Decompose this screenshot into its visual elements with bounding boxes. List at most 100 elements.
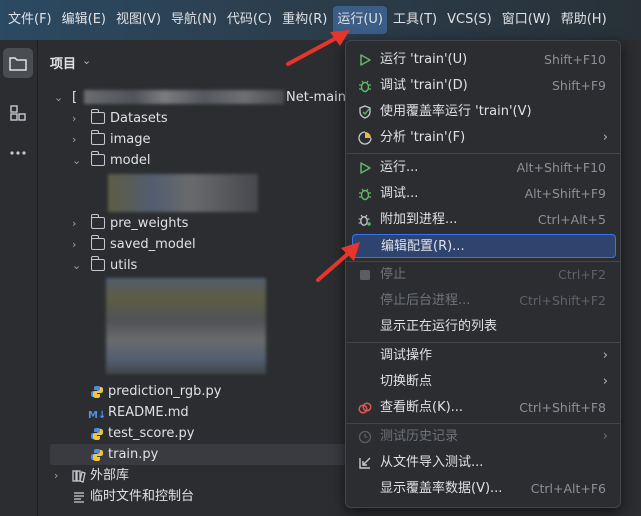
- menu-item-run[interactable]: 运行... Alt+Shift+F10: [352, 156, 616, 180]
- submenu-arrow-icon: ›: [602, 348, 608, 363]
- menu-code[interactable]: 代码(C): [223, 6, 276, 34]
- tree-row-model[interactable]: ⌄ model: [68, 150, 268, 171]
- submenu-arrow-icon: ›: [602, 374, 608, 389]
- menu-item-show-coverage-data[interactable]: 显示覆盖率数据(V)... Ctrl+Alt+F6: [352, 477, 616, 501]
- tree-row-test-score[interactable]: test_score.py: [88, 423, 308, 444]
- run-icon: [360, 162, 371, 174]
- attach-debugger-icon: [358, 214, 371, 226]
- shortcut-text: Ctrl+Shift+F8: [519, 400, 606, 415]
- menu-item-label: 分析 'train'(F): [380, 130, 466, 145]
- menu-separator: [346, 153, 620, 154]
- tree-row-pre-weights[interactable]: › pre_weights: [68, 213, 268, 234]
- tree-row-readme[interactable]: M↓ README.md: [88, 402, 308, 423]
- tree-row-prediction[interactable]: prediction_rgb.py: [88, 381, 308, 402]
- menu-item-stop[interactable]: 停止 Ctrl+F2: [352, 263, 616, 287]
- python-file-icon: [91, 449, 103, 461]
- menu-item-debug[interactable]: 调试... Alt+Shift+F9: [352, 182, 616, 206]
- project-tool-button[interactable]: [3, 48, 33, 78]
- tool-window-strip: [0, 40, 38, 516]
- folder-icon: [90, 109, 105, 124]
- more-tools-button[interactable]: [3, 138, 33, 168]
- menu-item-label: 运行...: [380, 160, 419, 175]
- menu-item-toggle-breakpoint[interactable]: 切换断点 ›: [352, 370, 616, 394]
- more-icon: [10, 151, 26, 155]
- menu-item-label: 运行 'train'(U): [380, 52, 468, 67]
- chevron-down-icon[interactable]: ⌄: [82, 54, 91, 67]
- menu-item-label: 调试操作: [380, 348, 433, 363]
- menu-item-label: 显示覆盖率数据(V)...: [380, 481, 503, 496]
- menu-navigate[interactable]: 导航(N): [167, 6, 221, 34]
- shortcut-text: Shift+F10: [544, 52, 606, 67]
- panel-title[interactable]: 项目: [50, 53, 76, 72]
- menu-edit[interactable]: 编辑(E): [58, 6, 110, 34]
- menu-item-label: 调试...: [380, 186, 419, 201]
- coverage-shield-icon: [359, 105, 371, 119]
- tree-row-saved-model[interactable]: › saved_model: [68, 234, 268, 255]
- tree-row-utils[interactable]: ⌄ utils: [68, 255, 268, 276]
- menu-item-test-history[interactable]: 测试历史记录 ›: [352, 425, 616, 449]
- shortcut-text: Ctrl+Alt+5: [537, 212, 606, 227]
- menu-item-label: 编辑配置(R)...: [381, 239, 465, 254]
- root-bracket: [: [72, 90, 78, 105]
- redacted-utils-files: [106, 278, 266, 374]
- tree-row-root[interactable]: ⌄ [ Net-main]: [50, 87, 351, 108]
- tree-row-datasets[interactable]: › Datasets: [68, 108, 268, 129]
- menu-item-edit-configurations[interactable]: 编辑配置(R)...: [352, 234, 616, 258]
- expand-arrow-icon: ⌄: [54, 91, 64, 104]
- menu-item-coverage-train[interactable]: 使用覆盖率运行 'train'(V): [352, 100, 616, 124]
- folder-icon: [90, 151, 105, 166]
- debug-bug-icon: [359, 80, 371, 93]
- tree-row-external-libs[interactable]: › 外部库: [50, 465, 250, 486]
- menu-item-attach-process[interactable]: 附加到进程... Ctrl+Alt+5: [352, 208, 616, 232]
- tree-label: saved_model: [110, 237, 196, 252]
- shortcut-text: Shift+F9: [551, 78, 606, 93]
- collapse-arrow-icon: ›: [72, 217, 77, 230]
- menu-item-label: 停止: [380, 267, 407, 282]
- menu-item-stop-background[interactable]: 停止后台进程... Ctrl+Shift+F2: [352, 289, 616, 313]
- folder-icon: [90, 130, 105, 145]
- menu-vcs[interactable]: VCS(S): [443, 6, 496, 34]
- tree-label: pre_weights: [110, 216, 189, 231]
- annotation-arrow-icon: [286, 30, 350, 66]
- menu-item-label: 切换断点: [380, 374, 433, 389]
- annotation-arrow-icon: [316, 242, 360, 282]
- shortcut-text: Ctrl+F2: [558, 267, 606, 282]
- menu-item-label: 显示正在运行的列表: [380, 319, 498, 334]
- menu-item-label: 测试历史记录: [380, 429, 459, 444]
- tree-row-scratches[interactable]: 临时文件和控制台: [50, 486, 250, 507]
- menu-item-debug-actions[interactable]: 调试操作 ›: [352, 344, 616, 368]
- tree-label: 临时文件和控制台: [90, 489, 195, 504]
- submenu-arrow-icon: ›: [602, 429, 608, 444]
- menu-tools[interactable]: 工具(T): [389, 6, 441, 34]
- tree-row-train[interactable]: train.py: [88, 444, 308, 465]
- shortcut-text: Ctrl+Shift+F2: [519, 293, 606, 308]
- menu-item-label: 停止后台进程...: [380, 293, 471, 308]
- collapse-arrow-icon: ›: [72, 133, 77, 146]
- menu-item-view-breakpoints[interactable]: 查看断点(K)... Ctrl+Shift+F8: [352, 396, 616, 420]
- menu-item-run-train[interactable]: 运行 'train'(U) Shift+F10: [352, 48, 616, 72]
- tree-row-image[interactable]: › image: [68, 129, 268, 150]
- redacted-root-name: [84, 90, 284, 104]
- menu-item-debug-train[interactable]: 调试 'train'(D) Shift+F9: [352, 74, 616, 98]
- menu-item-show-running-list[interactable]: 显示正在运行的列表: [352, 315, 616, 339]
- folder-icon: [90, 214, 105, 229]
- history-clock-icon: [358, 430, 372, 444]
- menu-file[interactable]: 文件(F): [4, 6, 56, 34]
- menu-item-label: 从文件导入测试...: [380, 455, 484, 470]
- submenu-arrow-icon: ›: [602, 130, 608, 145]
- menu-separator: [346, 342, 620, 343]
- profiler-icon: [358, 131, 372, 145]
- menu-view[interactable]: 视图(V): [112, 6, 165, 34]
- menu-item-import-tests[interactable]: 从文件导入测试...: [352, 451, 616, 475]
- menu-item-profile-train[interactable]: 分析 'train'(F) ›: [352, 126, 616, 150]
- menu-help[interactable]: 帮助(H): [557, 6, 611, 34]
- folder-icon: [90, 235, 105, 250]
- menu-window[interactable]: 窗口(W): [498, 6, 555, 34]
- run-menu-dropdown: 运行 'train'(U) Shift+F10 调试 'train'(D) Sh…: [345, 40, 621, 508]
- expand-arrow-icon: ⌄: [72, 259, 82, 272]
- shortcut-text: Ctrl+Alt+F6: [530, 481, 606, 496]
- tree-label: image: [110, 132, 151, 147]
- tree-label: model: [110, 153, 151, 168]
- structure-tool-button[interactable]: [3, 98, 33, 128]
- tree-label: README.md: [108, 405, 189, 420]
